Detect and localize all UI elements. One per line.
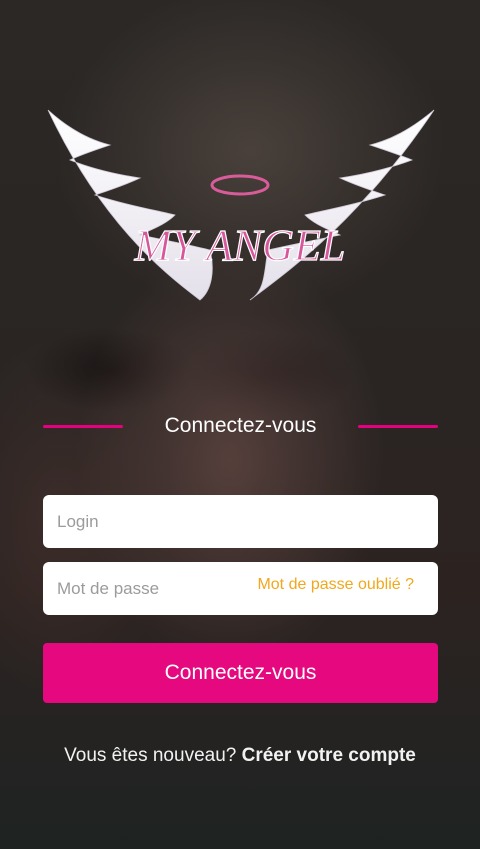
password-field[interactable]: Mot de passe oublié ? [43,562,438,615]
signup-prompt: Vous êtes nouveau? Créer votre compte [0,745,480,767]
svg-text:MY ANGEL: MY ANGEL [134,221,346,270]
my-angel-logo: MY ANGEL [47,109,435,301]
right-divider [358,424,438,428]
login-button[interactable]: Connectez-vous [43,643,438,703]
left-divider [43,424,123,428]
login-heading: Connectez-vous [164,414,317,437]
password-input[interactable] [43,562,243,615]
forgot-password-link[interactable]: Mot de passe oublié ? [257,576,414,594]
login-field[interactable] [43,495,438,548]
create-account-link[interactable]: Créer votre compte [242,745,416,766]
login-input[interactable] [43,495,438,548]
login-heading-row: Connectez-vous [43,410,438,442]
new-user-text: Vous êtes nouveau? [64,745,237,766]
